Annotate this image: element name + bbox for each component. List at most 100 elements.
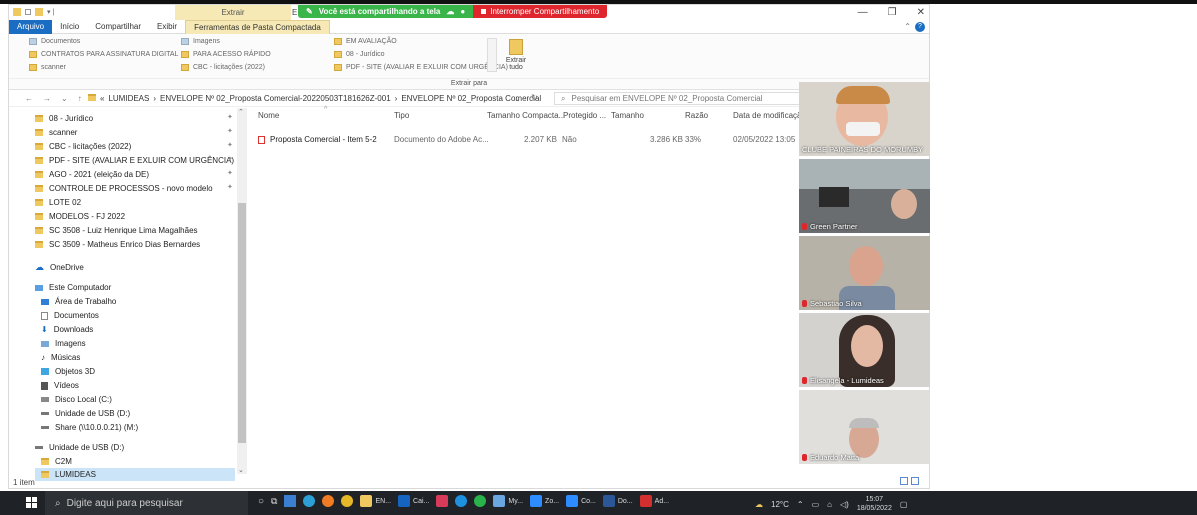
clock[interactable]: 15:07 18/05/2022: [857, 495, 892, 513]
taskbar-app-zoom-2[interactable]: Co...: [566, 495, 596, 507]
nav-item[interactable]: C2M: [41, 455, 72, 468]
store-icon[interactable]: [284, 495, 297, 507]
breadcrumb-separator[interactable]: ›: [153, 94, 156, 103]
taskbar-app-explorer[interactable]: EN...: [360, 495, 391, 507]
nav-item[interactable]: SC 3509 - Matheus Enrico Dias Bernardes: [35, 238, 200, 251]
forward-arrow-icon[interactable]: →: [43, 94, 51, 103]
show-hidden-icons-icon[interactable]: ⌃: [797, 500, 804, 509]
participant-tile[interactable]: CLUBE PAINEIRAS DO MORUMBY: [799, 82, 930, 156]
breadcrumb[interactable]: « LUMIDEAS › ENVELOPE Nº 02_Proposta Com…: [88, 94, 541, 103]
extract-to-item[interactable]: Imagens: [181, 38, 271, 45]
nav-item[interactable]: Share (\\10.0.0.21) (M:): [41, 421, 138, 434]
cortana-icon[interactable]: ○: [258, 496, 264, 507]
column-size[interactable]: Tamanho: [611, 111, 644, 120]
scroll-up-icon[interactable]: ⌃: [238, 108, 244, 116]
participant-tile[interactable]: Eduardo Matta: [799, 390, 930, 464]
extract-to-item[interactable]: PARA ACESSO RÁPIDO: [181, 51, 271, 58]
shield-icon[interactable]: ●: [460, 7, 465, 16]
nav-item[interactable]: MODELOS - FJ 2022: [35, 210, 125, 223]
up-arrow-icon[interactable]: ↑: [78, 94, 82, 103]
tab-compressed-folder-tools[interactable]: Ferramentas de Pasta Compactada: [185, 19, 330, 34]
back-arrow-icon[interactable]: ←: [25, 94, 33, 103]
extract-all-button[interactable]: Extrair tudo: [505, 39, 527, 71]
battery-icon[interactable]: ▭: [812, 500, 820, 509]
nav-item[interactable]: SC 3508 - Luiz Henrique Lima Magalhães: [35, 224, 198, 237]
extract-to-item[interactable]: scanner: [29, 64, 178, 71]
tab-home[interactable]: Início: [52, 20, 87, 34]
tab-view[interactable]: Exibir: [149, 20, 185, 34]
network-icon[interactable]: ⌂: [827, 500, 832, 509]
stop-sharing-button[interactable]: Interromper Compartilhamento: [473, 5, 608, 18]
nav-item[interactable]: Vídeos: [41, 379, 79, 392]
windows-start-icon[interactable]: [26, 497, 38, 509]
extract-to-item[interactable]: CBC - licitações (2022): [181, 64, 271, 71]
pin-icon[interactable]: ✦: [227, 155, 233, 163]
nav-item[interactable]: Objetos 3D: [41, 365, 95, 378]
pin-icon[interactable]: ✦: [227, 127, 233, 135]
pin-icon[interactable]: ✦: [227, 169, 233, 177]
edge-icon[interactable]: [303, 495, 316, 507]
participant-tile[interactable]: Green Partner: [799, 159, 930, 233]
extract-to-item[interactable]: 08 - Jurídico: [334, 51, 508, 58]
details-view-icon[interactable]: [900, 477, 908, 485]
nav-item[interactable]: CBC - licitações (2022): [35, 140, 131, 153]
column-protected[interactable]: Protegido ...: [563, 111, 606, 120]
nav-item[interactable]: 08 - Jurídico: [35, 112, 93, 125]
nav-item[interactable]: Imagens: [41, 337, 86, 350]
large-icons-view-icon[interactable]: [911, 477, 919, 485]
firefox-icon[interactable]: [322, 495, 335, 507]
breadcrumb-item[interactable]: LUMIDEAS: [108, 94, 149, 103]
taskbar-app-my[interactable]: My...: [493, 495, 523, 507]
nav-onedrive[interactable]: ☁ OneDrive: [35, 261, 84, 274]
app-icon[interactable]: [436, 495, 449, 507]
taskbar-app-outlook[interactable]: Cai...: [398, 495, 429, 507]
refresh-icon[interactable]: ↻: [531, 93, 538, 102]
folder-icon[interactable]: [13, 8, 21, 16]
participant-tile[interactable]: Sebastiao Silva: [799, 236, 930, 310]
nav-item[interactable]: PDF - SITE (AVALIAR E EXLUIR COM URGÊNCI…: [35, 154, 234, 167]
extract-to-item[interactable]: Documentos: [29, 38, 178, 45]
extract-to-item[interactable]: CONTRATOS PARA ASSINATURA DIGITAL: [29, 51, 178, 58]
chrome-icon[interactable]: [341, 495, 354, 507]
nav-item[interactable]: ⬇ Downloads: [41, 323, 93, 336]
notifications-icon[interactable]: ▢: [900, 500, 908, 509]
pin-icon[interactable]: ✦: [227, 113, 233, 121]
pin-icon[interactable]: ✦: [227, 183, 233, 191]
nav-item[interactable]: Unidade de USB (D:): [41, 407, 130, 420]
scroll-down-icon[interactable]: ⌄: [238, 466, 244, 474]
column-compressed-size[interactable]: Tamanho Compacta...: [487, 111, 565, 120]
tab-file[interactable]: Arquivo: [9, 19, 53, 34]
pencil-icon[interactable]: ✎: [306, 7, 313, 16]
folder-icon[interactable]: [35, 8, 43, 16]
ribbon-gallery-scroll[interactable]: [487, 38, 497, 72]
maximize-icon[interactable]: ❐: [888, 7, 897, 18]
extract-to-item[interactable]: EM AVALIAÇÃO: [334, 38, 508, 45]
taskbar-app-word[interactable]: Do...: [602, 495, 633, 507]
help-icon[interactable]: ?: [915, 22, 925, 32]
recent-chevron-icon[interactable]: ⌄: [61, 94, 68, 103]
breadcrumb-overflow[interactable]: «: [100, 94, 104, 103]
column-ratio[interactable]: Razão: [685, 111, 708, 120]
taskbar-app-zoom[interactable]: Zo...: [530, 495, 559, 507]
column-name[interactable]: Nome: [258, 111, 279, 120]
search-input[interactable]: ⌕ Pesquisar em ENVELOPE Nº 02_Proposta C…: [554, 92, 804, 105]
breadcrumb-item[interactable]: ENVELOPE Nº 02_Proposta Comercial-202205…: [160, 94, 391, 103]
skype-icon[interactable]: [455, 495, 468, 507]
taskbar-app-acrobat[interactable]: Ad...: [639, 495, 669, 507]
cloud-icon[interactable]: ☁: [446, 7, 454, 16]
weather-temperature[interactable]: 12°C: [771, 500, 789, 509]
column-type[interactable]: Tipo: [394, 111, 409, 120]
checkbox-icon[interactable]: [25, 9, 31, 15]
breadcrumb-separator[interactable]: ›: [395, 94, 398, 103]
weather-icon[interactable]: ☁: [755, 500, 763, 509]
nav-item[interactable]: ♪ Músicas: [41, 351, 80, 364]
close-icon[interactable]: ✕: [917, 7, 925, 18]
nav-item[interactable]: LOTE 02: [35, 196, 81, 209]
pin-icon[interactable]: ✦: [227, 141, 233, 149]
minimize-icon[interactable]: —: [858, 7, 868, 18]
column-modified[interactable]: Data de modificação: [733, 111, 806, 120]
nav-item[interactable]: Documentos: [41, 309, 99, 322]
nav-this-pc[interactable]: Este Computador: [35, 281, 111, 294]
whatsapp-icon[interactable]: [474, 495, 487, 507]
file-row[interactable]: Proposta Comercial - Item 5-2 Documento …: [249, 132, 809, 146]
